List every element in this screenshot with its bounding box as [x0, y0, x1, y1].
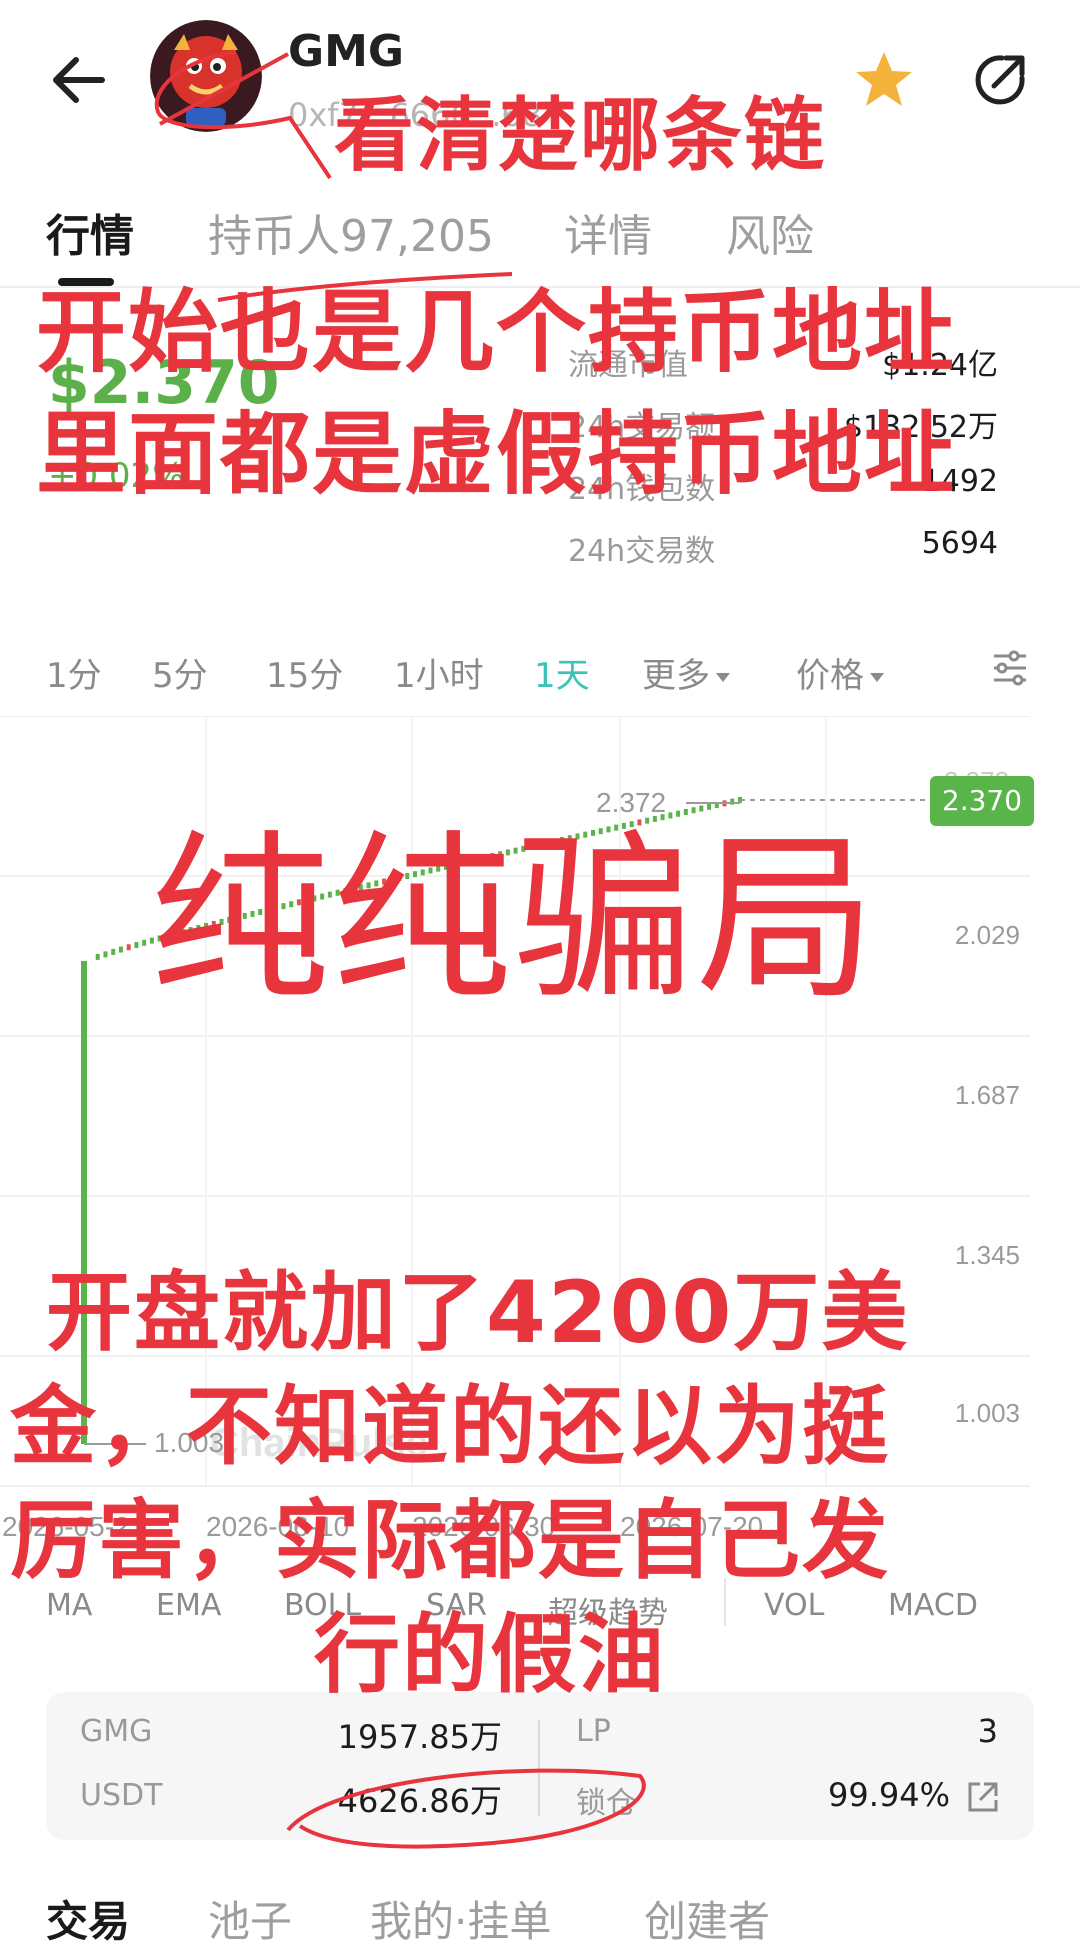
candle: [707, 803, 712, 810]
y-tick-label: 2.029: [955, 920, 1020, 950]
indicator-vol[interactable]: VOL: [764, 1588, 824, 1623]
pool-quote-amount: 4626.86万: [337, 1782, 502, 1820]
tab-creator[interactable]: 创建者: [644, 1888, 770, 1949]
candle: [95, 953, 100, 960]
back-arrow-icon[interactable]: [48, 48, 112, 112]
interval-1d[interactable]: 1天: [534, 648, 590, 697]
annotation-which-chain: 看清楚哪条链: [334, 89, 826, 182]
interval-more-label: 更多: [642, 656, 710, 696]
stat-value-trades: 5694: [921, 526, 998, 561]
lock-label: 锁仓: [576, 1786, 636, 1821]
interval-5m[interactable]: 5分: [152, 648, 208, 697]
last-price-tag: 2.370: [930, 776, 1034, 826]
tab-pool[interactable]: 池子: [208, 1888, 292, 1949]
external-link-icon[interactable]: [966, 1780, 1000, 1814]
candle: [142, 939, 147, 946]
candle: [118, 946, 123, 953]
high-price-marker: 2.372: [596, 787, 666, 818]
candle: [103, 951, 108, 958]
annotation-liquidity-line3: 厉害，实际都是自己发: [10, 1491, 890, 1591]
y-tick-label: 1.345: [955, 1240, 1020, 1270]
lock-value: 99.94%: [827, 1776, 950, 1814]
chart-settings-icon[interactable]: [990, 648, 1030, 688]
token-avatar: [150, 20, 262, 132]
interval-15m[interactable]: 15分: [266, 648, 343, 697]
annotation-liquidity-line4: 行的假油: [314, 1605, 666, 1705]
price-type-label: 价格: [796, 656, 864, 696]
interval-1m[interactable]: 1分: [46, 648, 102, 697]
tab-holders[interactable]: 持币人97,205: [208, 200, 494, 264]
chevron-down-icon: [870, 673, 884, 682]
candle: [81, 960, 87, 1444]
pool-token-amount: 1957.85万: [337, 1718, 502, 1756]
interval-more-dropdown[interactable]: 更多: [642, 648, 730, 697]
stat-label-trades: 24h交易数: [568, 534, 716, 569]
tab-details[interactable]: 详情: [564, 200, 652, 264]
candle: [691, 807, 696, 814]
token-name: GMG: [288, 26, 405, 77]
indicator-ema[interactable]: EMA: [156, 1588, 221, 1623]
candle: [126, 944, 131, 951]
y-tick-label: 1.003: [955, 1398, 1020, 1428]
tab-risk[interactable]: 风险: [726, 200, 814, 264]
annotation-scam: 纯纯骗局: [150, 815, 879, 1024]
chevron-down-icon: [716, 673, 730, 682]
pool-token-label: GMG: [80, 1714, 153, 1749]
annotation-liquidity-line2: 金，不知道的还以为挺: [10, 1377, 890, 1477]
lp-value: 3: [977, 1712, 998, 1750]
pool-divider: [538, 1720, 540, 1816]
indicator-macd[interactable]: MACD: [888, 1588, 978, 1623]
y-tick-label: 1.687: [955, 1080, 1020, 1110]
indicator-ma[interactable]: MA: [46, 1588, 92, 1623]
price-type-dropdown[interactable]: 价格: [796, 648, 884, 697]
pool-quote-label: USDT: [80, 1778, 163, 1813]
tab-my-orders[interactable]: 我的·挂单: [370, 1888, 551, 1949]
interval-1h[interactable]: 1小时: [394, 648, 484, 697]
annotation-liquidity-line1: 开盘就加了4200万美: [46, 1263, 910, 1363]
lp-label: LP: [576, 1714, 611, 1749]
y-axis-labels: 2.029 1.687 1.345 1.003: [955, 920, 1020, 1428]
candle: [111, 948, 116, 955]
favorite-star-icon[interactable]: [852, 48, 916, 112]
share-icon[interactable]: [972, 52, 1028, 108]
liquidity-pool-panel: [46, 1692, 1034, 1840]
avatar-dragon-icon: [150, 20, 262, 132]
annotation-few-holders: 开始也是几个持币地址: [36, 280, 956, 385]
candle: [134, 942, 139, 949]
annotation-fake-holders: 里面都是虚假持币地址: [36, 402, 956, 507]
tab-market[interactable]: 行情: [46, 200, 134, 264]
candle: [699, 805, 704, 812]
tab-trade[interactable]: 交易: [46, 1888, 130, 1949]
